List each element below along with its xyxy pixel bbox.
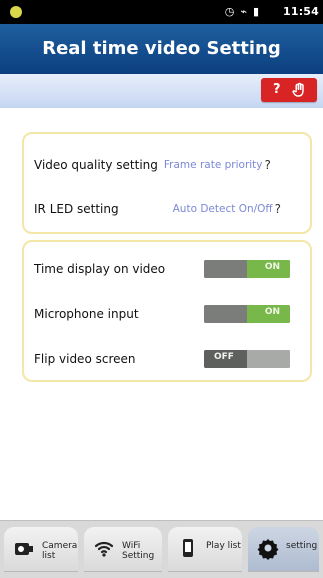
help-icon[interactable]: ? <box>265 158 271 172</box>
tab-camera-list-label: Camera list <box>42 541 78 561</box>
microphone-row: Microphone input ON <box>34 299 300 329</box>
ir-led-row[interactable]: IR LED setting Auto Detect On/Off ? <box>34 194 300 224</box>
flip-video-toggle-state: OFF <box>214 352 234 362</box>
tab-setting-label: setting <box>286 541 318 551</box>
help-button[interactable]: ? <box>261 78 317 102</box>
wifi-icon: ⌁ <box>240 5 247 18</box>
flip-video-label: Flip video screen <box>34 352 136 366</box>
tab-play-list-label: Play list <box>206 541 241 551</box>
tab-wifi-setting[interactable]: WiFi Setting <box>84 527 162 571</box>
video-quality-row[interactable]: Video quality setting Frame rate priorit… <box>34 150 300 180</box>
ir-led-value[interactable]: Auto Detect On/Off <box>173 203 273 215</box>
content-area: Video quality setting Frame rate priorit… <box>0 108 323 520</box>
tab-camera-list[interactable]: Camera list <box>4 527 78 571</box>
gear-icon <box>257 539 279 560</box>
camera-list-icon <box>15 543 33 555</box>
hand-icon <box>292 82 304 97</box>
video-quality-value[interactable]: Frame rate priority <box>164 159 263 171</box>
flip-video-toggle[interactable]: OFF <box>204 350 290 368</box>
play-list-icon <box>183 539 193 557</box>
video-settings-card: Video quality setting Frame rate priorit… <box>22 132 312 234</box>
time-display-toggle-state: ON <box>264 262 280 272</box>
status-time: 11:54 <box>282 5 319 18</box>
microphone-label: Microphone input <box>34 307 139 321</box>
help-button-label: ? <box>273 82 281 97</box>
time-display-label: Time display on video <box>34 262 166 276</box>
time-display-toggle[interactable]: ON <box>204 260 290 278</box>
page-title: Real time video Setting <box>42 38 281 59</box>
status-bar: ◷ ⌁ ▮ 11:54 <box>0 0 323 24</box>
flip-video-row: Flip video screen OFF <box>34 344 300 374</box>
tab-setting[interactable]: setting <box>248 527 319 571</box>
title-bar: Real time video Setting <box>0 24 323 74</box>
tab-play-list[interactable]: Play list <box>168 527 242 571</box>
tab-wifi-setting-label: WiFi Setting <box>122 541 155 561</box>
wifi-setting-icon <box>94 541 114 557</box>
ir-led-label: IR LED setting <box>34 202 119 216</box>
status-icons: ◷ ⌁ ▮ <box>225 5 259 18</box>
video-quality-label: Video quality setting <box>34 158 158 172</box>
android-icon <box>10 6 22 18</box>
time-display-row: Time display on video ON <box>34 254 300 284</box>
alarm-icon: ◷ <box>224 5 235 18</box>
battery-icon: ▮ <box>252 5 259 18</box>
help-icon[interactable]: ? <box>275 202 281 216</box>
video-toggles-card: Time display on video ON Microphone inpu… <box>22 240 312 382</box>
bottom-tab-bar: Camera list WiFi Setting Play list setti… <box>0 520 323 578</box>
microphone-toggle[interactable]: ON <box>204 305 290 323</box>
microphone-toggle-state: ON <box>264 307 280 317</box>
